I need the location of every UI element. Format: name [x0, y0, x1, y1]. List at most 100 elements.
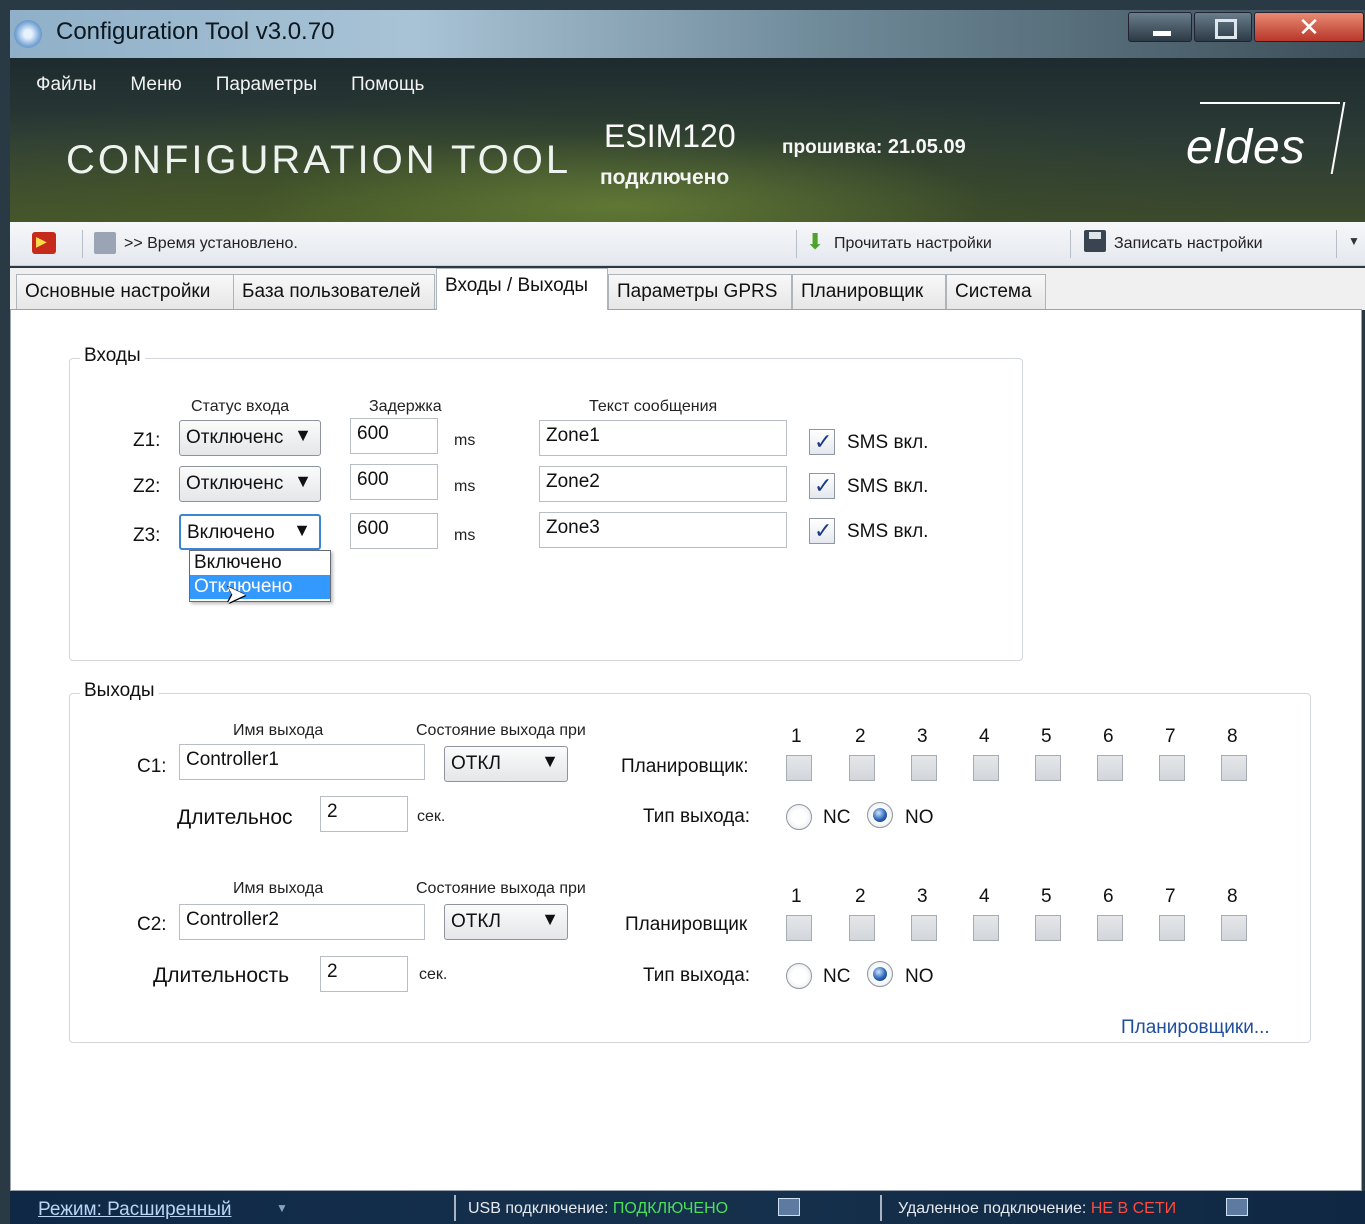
title-bar: Configuration Tool v3.0.70 ✕ [10, 10, 1365, 58]
input-status-select[interactable]: Отключенс ▼ [179, 466, 321, 502]
toolbar-separator [1070, 230, 1071, 258]
chevron-down-icon[interactable]: ▼ [276, 1201, 288, 1215]
output-type-nc-radio[interactable] [786, 963, 812, 989]
duration-unit: сек. [417, 808, 446, 825]
output-state-header: Состояние выхода при [416, 880, 586, 897]
brand-logo-line [1200, 102, 1340, 104]
scheduler-number: 7 [1165, 726, 1176, 747]
message-text-input[interactable]: Zone2 [539, 466, 787, 502]
remote-connection-label: Удаленное подключение: [898, 1200, 1087, 1217]
sms-enabled-checkbox[interactable] [809, 429, 835, 455]
scheduler-number: 8 [1227, 886, 1238, 907]
message-text-input[interactable]: Zone1 [539, 420, 787, 456]
output-type-label: Тип выхода: [643, 806, 751, 827]
scheduler-number: 4 [979, 726, 990, 747]
output-type-no-radio[interactable] [867, 802, 893, 828]
no-label: NO [905, 966, 934, 987]
output-label: C2: [137, 914, 167, 935]
output-type-no-radio[interactable] [867, 961, 893, 987]
duration-input[interactable]: 2 [320, 956, 408, 992]
scheduler-number: 2 [855, 886, 866, 907]
scheduler-checkbox[interactable] [1035, 915, 1061, 941]
tab-main-settings[interactable]: Основные настройки [16, 274, 234, 310]
scheduler-checkbox[interactable] [1221, 755, 1247, 781]
dropdown-option[interactable]: Включено [190, 551, 330, 575]
dropdown-option-highlighted[interactable]: Отключено [190, 575, 330, 599]
close-button[interactable]: ✕ [1254, 12, 1364, 42]
minimize-button[interactable] [1128, 12, 1192, 42]
scheduler-checkbox[interactable] [786, 755, 812, 781]
output-name-input[interactable]: Controller1 [179, 744, 425, 780]
toolbar-overflow-icon[interactable]: ▼ [1348, 234, 1360, 248]
input-status-select[interactable]: Отключенс ▼ [179, 420, 321, 456]
scheduler-checkbox[interactable] [1221, 915, 1247, 941]
scheduler-checkbox[interactable] [973, 915, 999, 941]
delay-unit: ms [454, 432, 476, 449]
write-settings-button[interactable]: Записать настройки [1114, 235, 1263, 253]
brand-logo-bar [1330, 102, 1346, 174]
scheduler-checkbox[interactable] [849, 755, 875, 781]
scheduler-checkbox[interactable] [911, 915, 937, 941]
nc-label: NC [823, 807, 851, 828]
zone-label: Z2: [133, 476, 161, 497]
scheduler-checkbox[interactable] [1159, 755, 1185, 781]
output-type-nc-radio[interactable] [786, 804, 812, 830]
tab-user-database[interactable]: База пользователей [233, 274, 435, 310]
menu-item-help[interactable]: Помощь [351, 74, 424, 96]
output-state-select[interactable]: ОТКЛ ▼ [444, 746, 568, 782]
delay-input[interactable]: 600 [350, 513, 438, 549]
output-type-label: Тип выхода: [643, 965, 751, 986]
firmware-label: прошивка: [782, 137, 883, 158]
input-status-value: Отключенс [186, 427, 284, 448]
tab-gprs-parameters[interactable]: Параметры GPRS [608, 274, 792, 310]
time-sync-icon[interactable] [94, 232, 116, 254]
scheduler-checkbox[interactable] [1097, 755, 1123, 781]
inputs-group-title: Входы [80, 345, 145, 367]
output-name-input[interactable]: Controller2 [179, 904, 425, 940]
tab-system[interactable]: Система [946, 274, 1046, 310]
app-gear-icon [14, 20, 42, 48]
toolbar-separator [796, 230, 797, 258]
output-name-header: Имя выхода [233, 880, 324, 897]
delay-input[interactable]: 600 [350, 418, 438, 454]
mode-selector[interactable]: Режим: Расширенный [38, 1199, 232, 1221]
message-text-header: Текст сообщения [589, 398, 718, 415]
input-status-select[interactable]: Включено ▼ [179, 514, 321, 550]
message-text-input[interactable]: Zone3 [539, 512, 787, 548]
scheduler-number: 1 [791, 726, 802, 747]
exit-icon[interactable] [32, 232, 56, 254]
sms-enabled-checkbox[interactable] [809, 473, 835, 499]
firmware-version: 21.05.09 [887, 136, 966, 158]
menu-item-files[interactable]: Файлы [36, 74, 96, 96]
tab-scheduler[interactable]: Планировщик [792, 274, 946, 310]
duration-label: Длительнос [177, 806, 293, 829]
save-disk-icon[interactable] [1084, 230, 1106, 252]
duration-input[interactable]: 2 [320, 796, 408, 832]
scheduler-number: 6 [1103, 726, 1114, 747]
scheduler-checkbox[interactable] [1159, 915, 1185, 941]
chevron-down-icon: ▼ [541, 909, 559, 929]
menu-item-parameters[interactable]: Параметры [216, 74, 317, 96]
connection-state: подключено [600, 166, 730, 189]
chevron-down-icon: ▼ [294, 471, 312, 491]
chevron-down-icon: ▼ [293, 520, 311, 540]
scheduler-checkbox[interactable] [973, 755, 999, 781]
scheduler-number: 3 [917, 886, 928, 907]
maximize-button[interactable] [1194, 12, 1252, 42]
menu-item-menu[interactable]: Меню [130, 74, 181, 96]
download-arrow-icon[interactable]: ⬇ [806, 230, 824, 254]
chevron-down-icon: ▼ [541, 751, 559, 771]
scheduler-checkbox[interactable] [911, 755, 937, 781]
scheduler-checkbox[interactable] [1035, 755, 1061, 781]
delay-input[interactable]: 600 [350, 464, 438, 500]
output-state-header: Состояние выхода при [416, 722, 586, 739]
scheduler-checkbox[interactable] [1097, 915, 1123, 941]
scheduler-checkbox[interactable] [849, 915, 875, 941]
scheduler-checkbox[interactable] [786, 915, 812, 941]
read-settings-button[interactable]: Прочитать настройки [834, 235, 992, 253]
tab-inputs-outputs[interactable]: Входы / Выходы [436, 268, 608, 310]
output-state-select[interactable]: ОТКЛ ▼ [444, 904, 568, 940]
sms-enabled-checkbox[interactable] [809, 518, 835, 544]
schedulers-link[interactable]: Планировщики... [1121, 1017, 1270, 1039]
output-state-value: ОТКЛ [451, 753, 501, 774]
